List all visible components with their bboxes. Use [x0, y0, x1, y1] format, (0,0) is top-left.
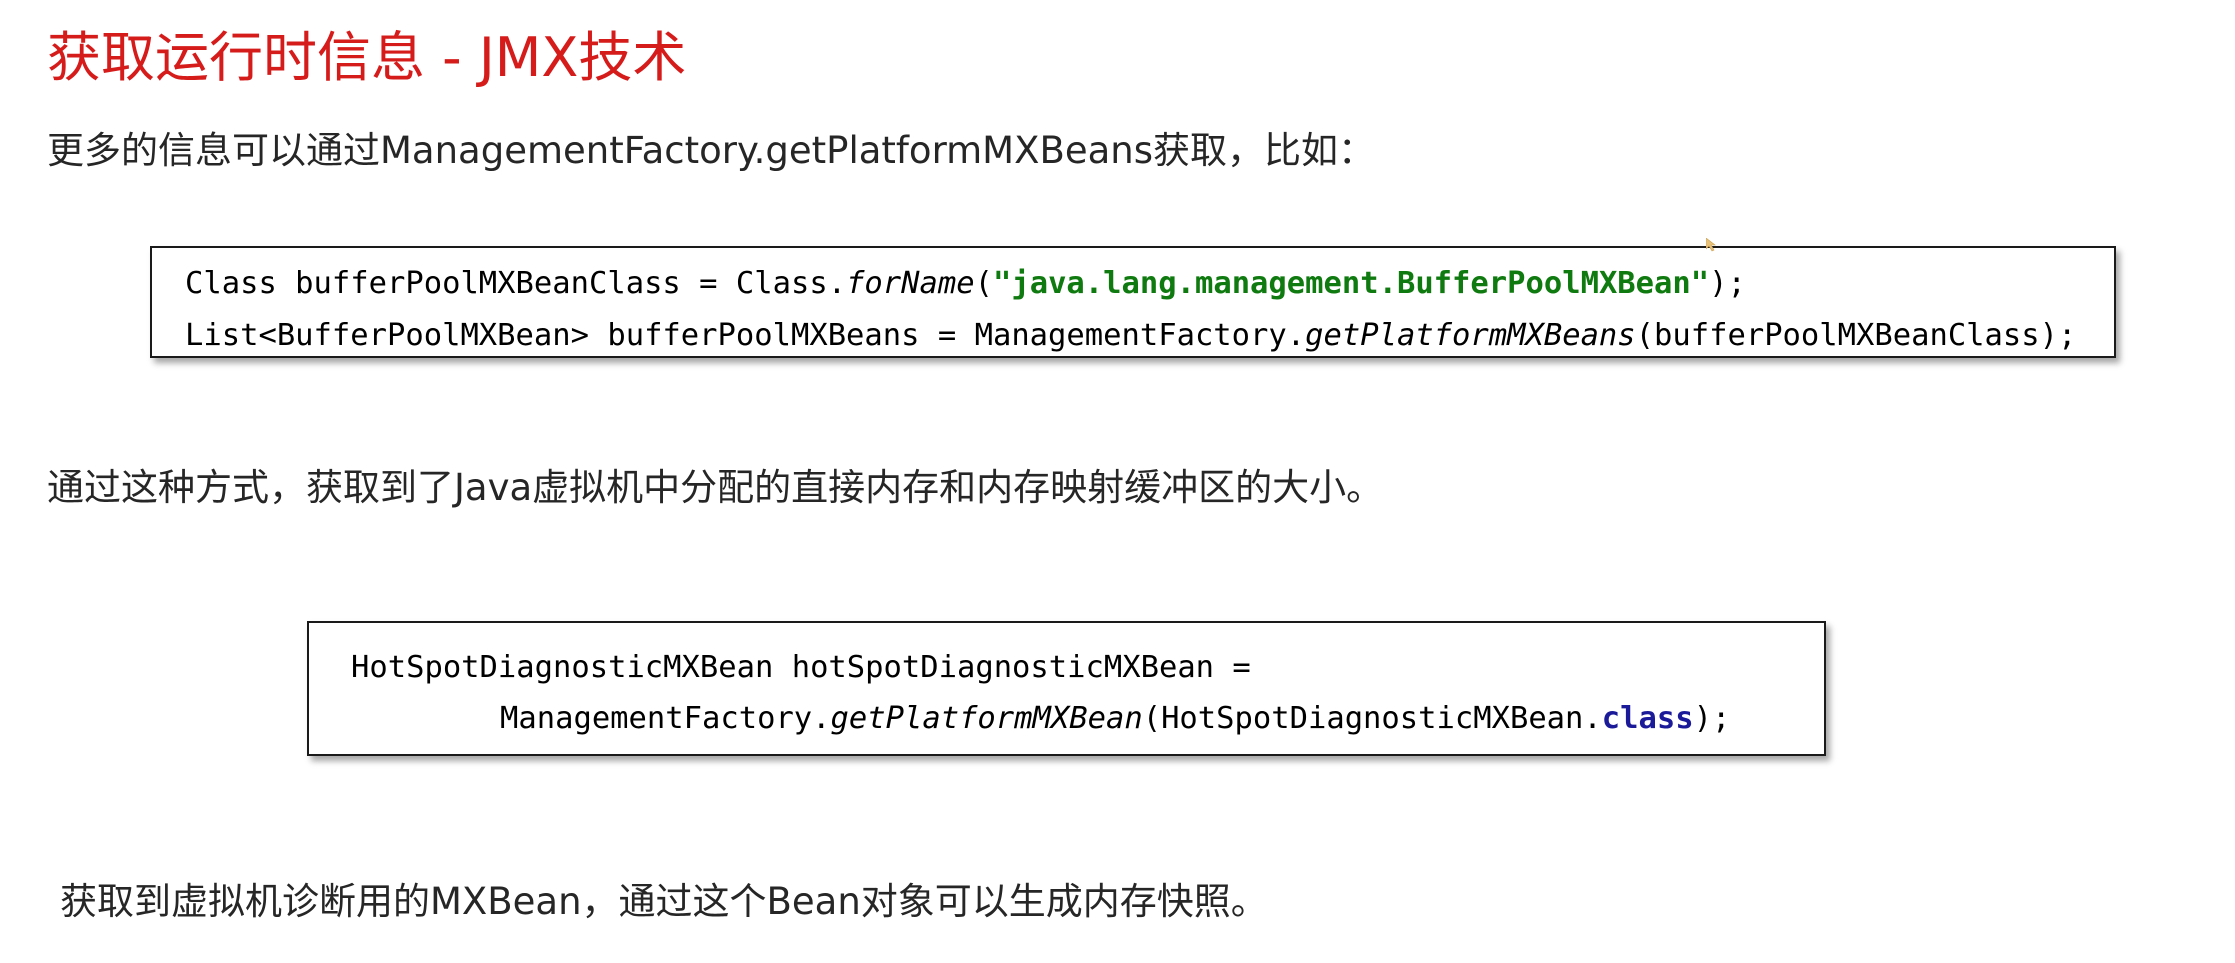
code-line: List<BufferPoolMXBean> bufferPoolMXBeans…: [185, 310, 2114, 362]
code-text: List<BufferPoolMXBean> bufferPoolMXBeans…: [185, 318, 1306, 353]
pointer-cursor-icon: [1706, 238, 1716, 252]
code-block-hotspot-diagnostic: HotSpotDiagnosticMXBean hotSpotDiagnosti…: [307, 621, 1826, 756]
intro-paragraph: 更多的信息可以通过ManagementFactory.getPlatformMX…: [47, 129, 1375, 172]
code-text: (: [974, 266, 993, 301]
code-text: (HotSpotDiagnosticMXBean.: [1142, 701, 1602, 736]
code-text: Class bufferPoolMXBeanClass = Class.: [185, 266, 847, 301]
code-text: ManagementFactory.: [500, 701, 831, 736]
code-line: Class bufferPoolMXBeanClass = Class.forN…: [185, 258, 2114, 310]
code-method-name: getPlatformMXBeans: [1305, 318, 1636, 353]
code-line: HotSpotDiagnosticMXBean hotSpotDiagnosti…: [351, 642, 1824, 693]
conclusion-paragraph: 获取到虚拟机诊断用的MXBean，通过这个Bean对象可以生成内存快照。: [60, 880, 1268, 923]
code-text: );: [1709, 266, 1746, 301]
code-method-name: forName: [846, 266, 975, 301]
code-text: HotSpotDiagnosticMXBean hotSpotDiagnosti…: [351, 650, 1251, 685]
code-text: );: [1693, 701, 1731, 736]
code-string-literal: "java.lang.management.BufferPoolMXBean": [992, 266, 1710, 301]
explanation-paragraph: 通过这种方式，获取到了Java虚拟机中分配的直接内存和内存映射缓冲区的大小。: [47, 466, 1384, 509]
code-block-buffer-pool: Class bufferPoolMXBeanClass = Class.forN…: [150, 246, 2116, 358]
code-keyword: class: [1601, 701, 1694, 736]
code-line: ManagementFactory.getPlatformMXBean(HotS…: [351, 693, 1824, 744]
code-method-name: getPlatformMXBean: [830, 701, 1143, 736]
slide-title: 获取运行时信息 - JMX技术: [47, 26, 687, 89]
code-text: (bufferPoolMXBeanClass);: [1635, 318, 2077, 353]
